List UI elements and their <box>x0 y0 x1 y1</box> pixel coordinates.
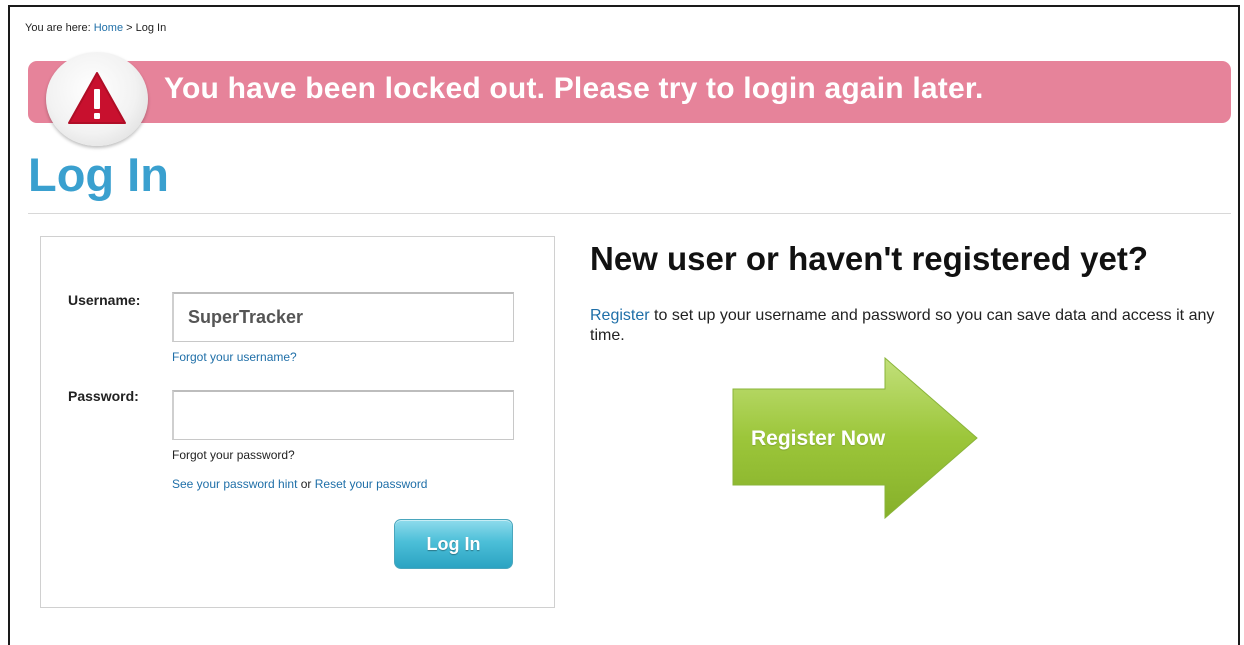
breadcrumb-separator: > <box>126 22 133 34</box>
forgot-username-link[interactable]: Forgot your username? <box>172 350 297 364</box>
password-label: Password: <box>68 388 139 404</box>
register-link[interactable]: Register <box>590 307 650 324</box>
breadcrumb-prefix: You are here: <box>25 22 91 34</box>
page-title: Log In <box>28 148 169 201</box>
username-label: Username: <box>68 292 141 308</box>
password-help-line: See your password hint or Reset your pas… <box>172 477 427 491</box>
or-text: or <box>300 477 312 491</box>
username-input[interactable] <box>172 292 514 342</box>
breadcrumb: You are here: Home > Log In <box>25 22 166 34</box>
alert-message: You have been locked out. Please try to … <box>164 72 984 105</box>
register-now-label: Register Now <box>751 427 886 450</box>
register-now-button[interactable]: Register Now <box>732 357 978 519</box>
login-button[interactable]: Log In <box>394 519 513 569</box>
warning-triangle-icon <box>46 52 148 146</box>
register-description: Register to set up your username and pas… <box>590 306 1220 346</box>
reset-password-link[interactable]: Reset your password <box>315 477 428 491</box>
register-text: to set up your username and password so … <box>590 307 1215 344</box>
title-divider <box>28 213 1231 214</box>
breadcrumb-home-link[interactable]: Home <box>94 22 123 34</box>
password-hint-link[interactable]: See your password hint <box>172 477 297 491</box>
breadcrumb-current: Log In <box>135 22 167 34</box>
password-input[interactable] <box>172 390 514 440</box>
forgot-password-text: Forgot your password? <box>172 448 295 462</box>
register-heading: New user or haven't registered yet? <box>590 240 1149 277</box>
